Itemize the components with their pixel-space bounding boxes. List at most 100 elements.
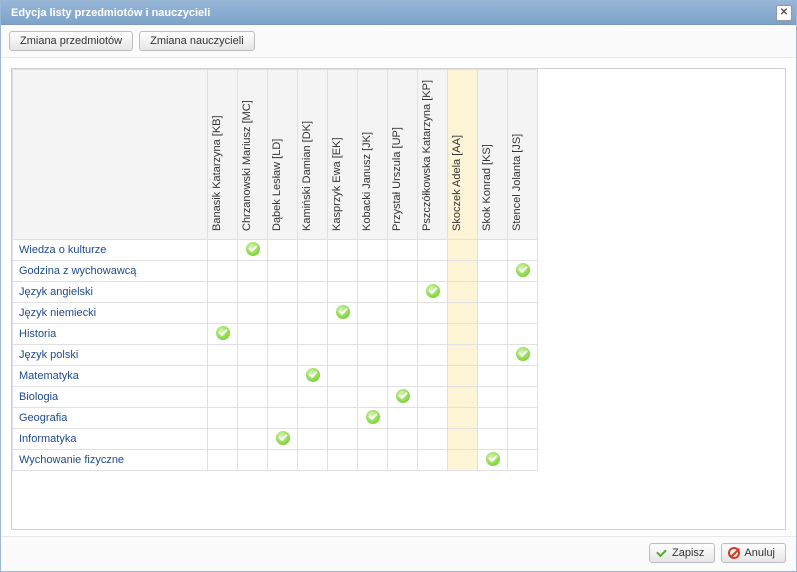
assignment-cell[interactable] (208, 366, 238, 387)
teacher-column-header[interactable]: Chrzanowski Mariusz [MC] (238, 70, 268, 240)
teacher-column-header[interactable]: Kasprzyk Ewa [EK] (328, 70, 358, 240)
subject-label[interactable]: Język angielski (13, 282, 208, 303)
assignment-cell[interactable] (508, 366, 538, 387)
assignment-cell[interactable] (238, 408, 268, 429)
close-button[interactable]: ✕ (776, 5, 792, 21)
assignment-cell[interactable] (388, 303, 418, 324)
assignment-cell[interactable] (328, 261, 358, 282)
assignment-cell[interactable] (358, 429, 388, 450)
assignment-cell[interactable] (298, 387, 328, 408)
assignment-cell[interactable] (418, 240, 448, 261)
assignment-cell[interactable] (208, 303, 238, 324)
subject-label[interactable]: Wychowanie fizyczne (13, 450, 208, 471)
assignment-cell[interactable] (508, 303, 538, 324)
assignment-cell[interactable] (328, 324, 358, 345)
subject-label[interactable]: Biologia (13, 387, 208, 408)
assignment-cell[interactable] (238, 387, 268, 408)
assignment-cell[interactable] (238, 240, 268, 261)
subject-label[interactable]: Język niemiecki (13, 303, 208, 324)
assignment-cell[interactable] (208, 324, 238, 345)
assignment-cell[interactable] (268, 387, 298, 408)
assignment-cell[interactable] (478, 282, 508, 303)
assignment-cell[interactable] (448, 429, 478, 450)
assignment-cell[interactable] (478, 324, 508, 345)
teacher-column-header[interactable]: Banasik Katarzyna [KB] (208, 70, 238, 240)
assignment-cell[interactable] (298, 429, 328, 450)
assignment-cell[interactable] (418, 366, 448, 387)
assignment-cell[interactable] (478, 240, 508, 261)
cancel-button[interactable]: Anuluj (721, 543, 786, 563)
assignment-cell[interactable] (418, 450, 448, 471)
assignment-cell[interactable] (298, 303, 328, 324)
assignment-cell[interactable] (388, 429, 418, 450)
assignment-cell[interactable] (448, 408, 478, 429)
save-button[interactable]: Zapisz (649, 543, 715, 563)
assignment-cell[interactable] (508, 450, 538, 471)
assignment-cell[interactable] (478, 450, 508, 471)
assignment-cell[interactable] (208, 282, 238, 303)
teacher-column-header[interactable]: Skok Konrad [KS] (478, 70, 508, 240)
assignment-cell[interactable] (508, 345, 538, 366)
assignment-cell[interactable] (388, 450, 418, 471)
assignment-cell[interactable] (358, 282, 388, 303)
subject-label[interactable]: Historia (13, 324, 208, 345)
assignment-cell[interactable] (448, 450, 478, 471)
subject-label[interactable]: Godzina z wychowawcą (13, 261, 208, 282)
assignment-cell[interactable] (328, 450, 358, 471)
assignment-cell[interactable] (268, 345, 298, 366)
assignment-cell[interactable] (388, 261, 418, 282)
assignment-cell[interactable] (238, 324, 268, 345)
assignment-cell[interactable] (508, 429, 538, 450)
assignment-cell[interactable] (328, 387, 358, 408)
teacher-column-header[interactable]: Kamiński Damian [DK] (298, 70, 328, 240)
assignment-cell[interactable] (358, 261, 388, 282)
assignment-cell[interactable] (268, 240, 298, 261)
assignment-cell[interactable] (358, 324, 388, 345)
assignment-cell[interactable] (448, 303, 478, 324)
assignment-cell[interactable] (298, 240, 328, 261)
assignment-cell[interactable] (328, 429, 358, 450)
assignment-cell[interactable] (478, 387, 508, 408)
assignment-cell[interactable] (508, 261, 538, 282)
assignment-cell[interactable] (328, 303, 358, 324)
assignment-cell[interactable] (208, 429, 238, 450)
assignment-cell[interactable] (298, 366, 328, 387)
subject-label[interactable]: Matematyka (13, 366, 208, 387)
assignment-cell[interactable] (508, 324, 538, 345)
assignment-cell[interactable] (268, 324, 298, 345)
assignment-cell[interactable] (268, 408, 298, 429)
assignment-cell[interactable] (208, 345, 238, 366)
assignment-cell[interactable] (238, 366, 268, 387)
assignment-cell[interactable] (268, 282, 298, 303)
assignment-cell[interactable] (268, 261, 298, 282)
assignment-cell[interactable] (448, 387, 478, 408)
assignment-cell[interactable] (238, 261, 268, 282)
assignment-cell[interactable] (238, 303, 268, 324)
assignment-cell[interactable] (448, 282, 478, 303)
assignment-cell[interactable] (448, 240, 478, 261)
subject-label[interactable]: Wiedza o kulturze (13, 240, 208, 261)
assignment-cell[interactable] (418, 408, 448, 429)
assignment-cell[interactable] (388, 240, 418, 261)
assignment-cell[interactable] (358, 366, 388, 387)
assignment-cell[interactable] (298, 408, 328, 429)
assignment-cell[interactable] (448, 366, 478, 387)
assignment-cell[interactable] (418, 303, 448, 324)
assignment-cell[interactable] (388, 345, 418, 366)
assignment-cell[interactable] (388, 387, 418, 408)
assignment-cell[interactable] (508, 282, 538, 303)
assignment-cell[interactable] (508, 240, 538, 261)
teacher-column-header[interactable]: Stencel Jolanta [JS] (508, 70, 538, 240)
assignment-cell[interactable] (208, 240, 238, 261)
assignment-cell[interactable] (298, 450, 328, 471)
assignment-cell[interactable] (268, 303, 298, 324)
assignment-cell[interactable] (298, 282, 328, 303)
assignment-cell[interactable] (358, 345, 388, 366)
assignment-cell[interactable] (478, 345, 508, 366)
assignment-cell[interactable] (448, 345, 478, 366)
assignment-cell[interactable] (418, 282, 448, 303)
assignment-cell[interactable] (388, 324, 418, 345)
assignment-cell[interactable] (358, 408, 388, 429)
assignment-cell[interactable] (328, 345, 358, 366)
assignment-cell[interactable] (418, 429, 448, 450)
